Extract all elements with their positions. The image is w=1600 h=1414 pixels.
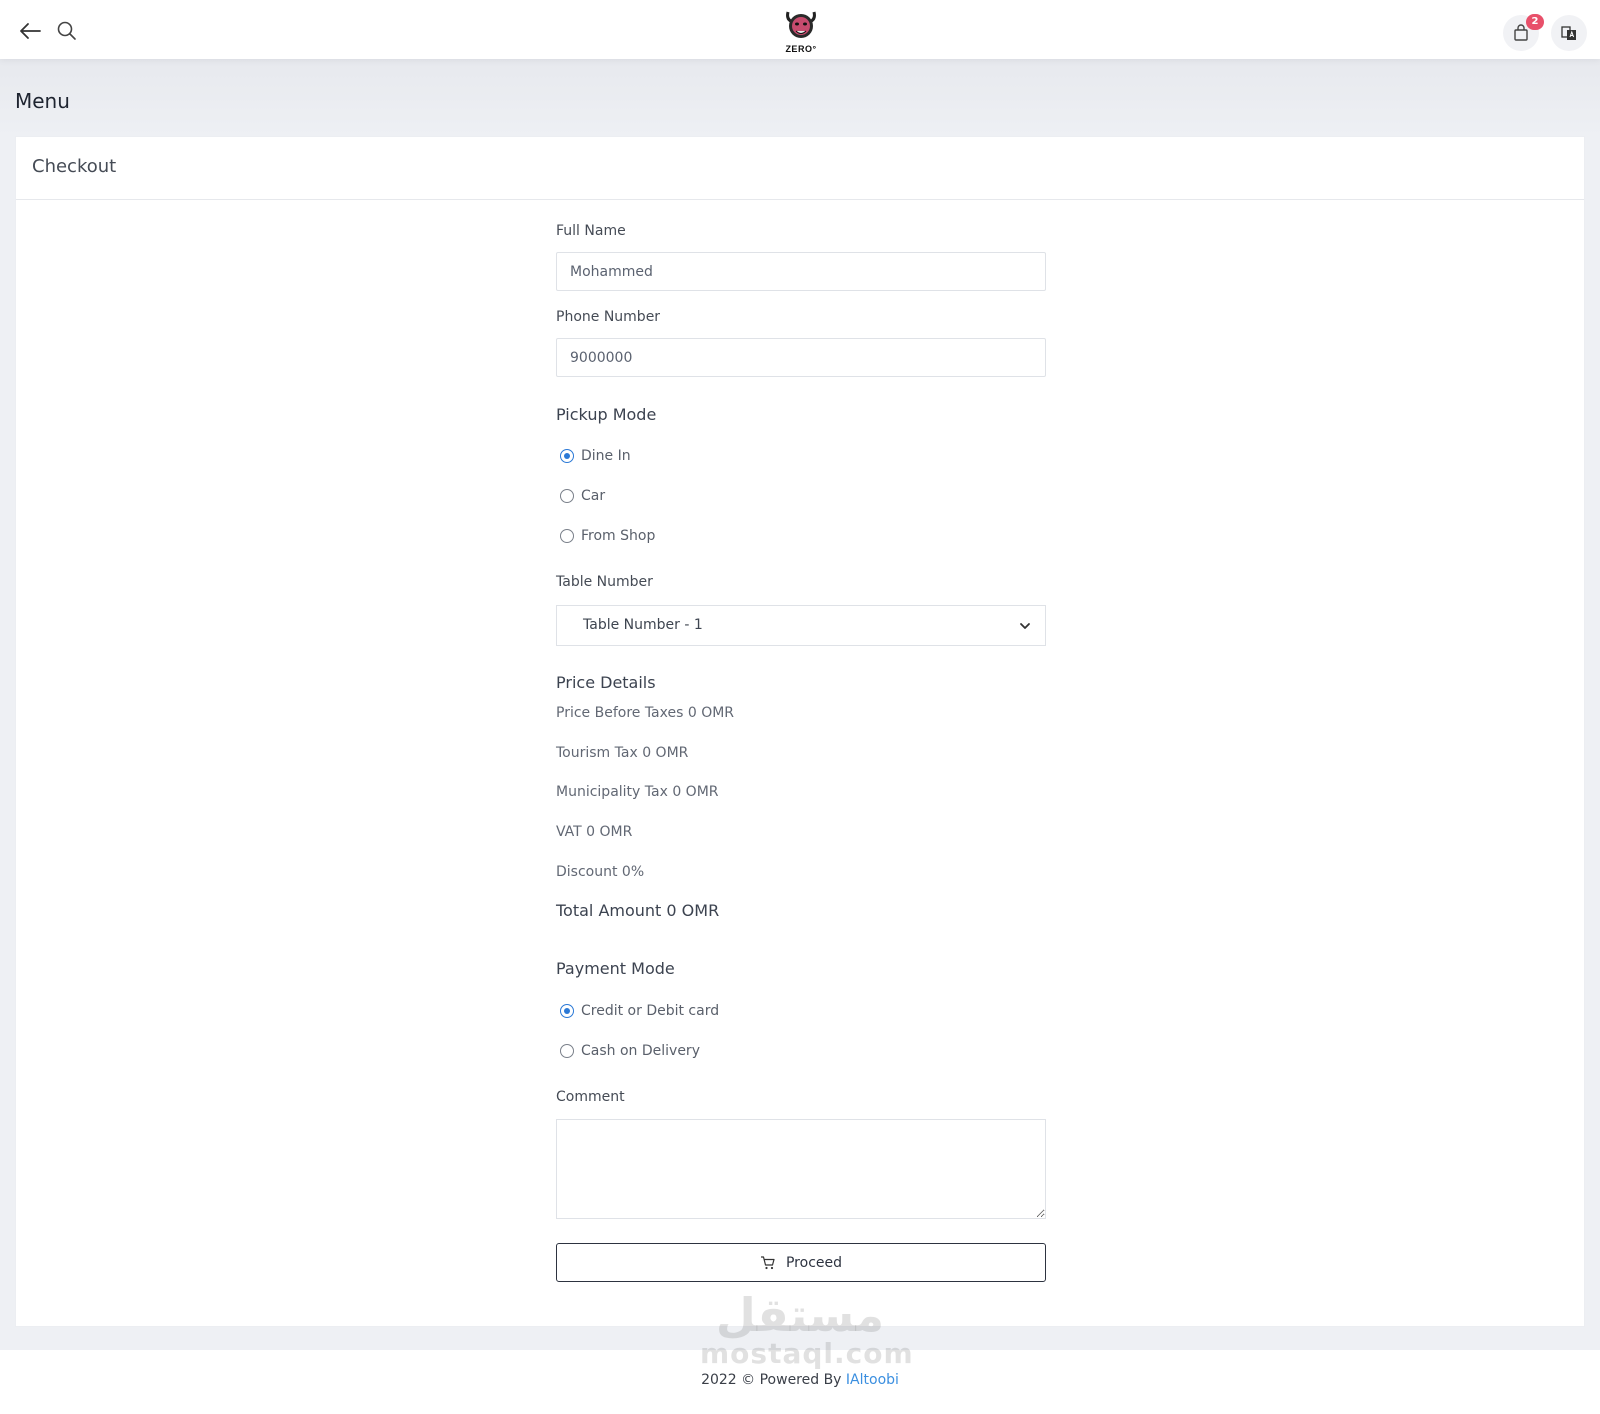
proceed-label: Proceed (785, 1254, 843, 1271)
comment-label: Comment (556, 1089, 625, 1105)
table-number-value: Table Number - 1 (583, 617, 703, 633)
footer-credit: 2022 © Powered By IAltoobi (0, 1372, 1600, 1388)
language-icon (1561, 26, 1576, 40)
full-name-input[interactable] (556, 252, 1046, 291)
table-number-label: Table Number (556, 574, 653, 590)
cart-icon (760, 1255, 775, 1269)
pickup-option-dine-in[interactable]: Dine In (560, 445, 631, 467)
comment-textarea[interactable] (556, 1119, 1046, 1219)
header-band (0, 59, 1600, 139)
discount-amount: Discount 0% (556, 864, 645, 880)
payment-option-card[interactable]: Credit or Debit card (560, 1000, 719, 1022)
top-navbar: ZERO° 2 (0, 0, 1600, 59)
radio-label: Dine In (581, 448, 631, 464)
radio-label: From Shop (581, 528, 656, 544)
full-name-label: Full Name (556, 223, 626, 239)
footer-author-link[interactable]: IAltoobi (846, 1372, 899, 1388)
language-switch-button[interactable] (1551, 15, 1587, 51)
radio-credit-debit[interactable] (560, 1004, 574, 1018)
pickup-option-from-shop[interactable]: From Shop (560, 525, 655, 547)
phone-number-input[interactable] (556, 338, 1046, 377)
footer-prefix: 2022 © Powered By (701, 1372, 846, 1388)
page-title: Menu (15, 89, 70, 113)
total-amount: Total Amount 0 OMR (556, 901, 720, 920)
cart-count-badge: 2 (1526, 14, 1544, 30)
bull-logo-icon (786, 11, 816, 38)
radio-cash-on-delivery[interactable] (560, 1044, 574, 1058)
chevron-down-icon (1020, 623, 1030, 629)
radio-label: Credit or Debit card (581, 1003, 720, 1019)
proceed-button[interactable]: Proceed (556, 1243, 1046, 1282)
pickup-option-car[interactable]: Car (560, 485, 605, 507)
checkout-card: Checkout Full Name Phone Number Pickup M… (15, 136, 1585, 1327)
payment-mode-title: Payment Mode (556, 959, 675, 978)
back-arrow-icon[interactable] (18, 19, 42, 43)
price-before-taxes: Price Before Taxes 0 OMR (556, 705, 735, 721)
logo-text: ZERO° (785, 44, 817, 54)
radio-label: Car (581, 488, 606, 504)
tourism-tax: Tourism Tax 0 OMR (556, 745, 689, 761)
checkout-title: Checkout (16, 137, 1584, 200)
brand-logo[interactable]: ZERO° (778, 6, 824, 56)
table-number-select[interactable]: Table Number - 1 (556, 605, 1046, 646)
search-icon[interactable] (56, 20, 78, 42)
vat-amount: VAT 0 OMR (556, 824, 633, 840)
pickup-mode-title: Pickup Mode (556, 405, 657, 424)
radio-dine-in[interactable] (560, 449, 574, 463)
radio-car[interactable] (560, 489, 574, 503)
municipality-tax: Municipality Tax 0 OMR (556, 784, 719, 800)
phone-number-label: Phone Number (556, 309, 661, 325)
price-details-title: Price Details (556, 673, 656, 692)
payment-option-cash[interactable]: Cash on Delivery (560, 1040, 700, 1062)
radio-label: Cash on Delivery (581, 1043, 700, 1059)
radio-from-shop[interactable] (560, 529, 574, 543)
